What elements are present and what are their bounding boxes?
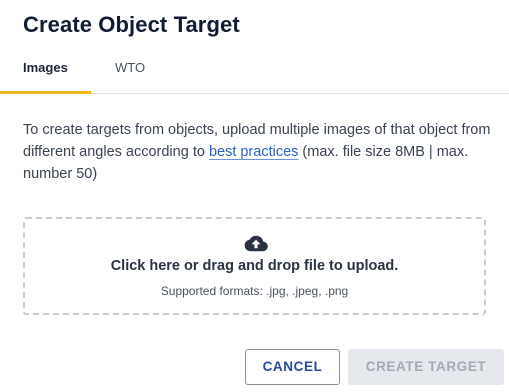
cancel-button[interactable]: CANCEL	[245, 349, 340, 385]
tab-wto[interactable]: WTO	[115, 52, 165, 94]
dropzone-title: Click here or drag and drop file to uplo…	[110, 258, 399, 274]
tab-images[interactable]: Images	[0, 52, 91, 94]
best-practices-link[interactable]: best practices	[209, 144, 298, 160]
create-target-button[interactable]: CREATE TARGET	[348, 349, 504, 385]
create-object-target-dialog: Create Object Target Images WTO To creat…	[0, 0, 509, 392]
tab-bar: Images WTO	[0, 52, 509, 94]
supported-formats-text: Supported formats: .jpg, .jpeg, .png	[160, 284, 349, 298]
dialog-title: Create Object Target	[23, 12, 240, 37]
instructions-text: To create targets from objects, upload m…	[23, 119, 493, 185]
cloud-upload-icon	[244, 235, 268, 252]
file-upload-dropzone[interactable]: Click here or drag and drop file to uplo…	[23, 217, 486, 315]
